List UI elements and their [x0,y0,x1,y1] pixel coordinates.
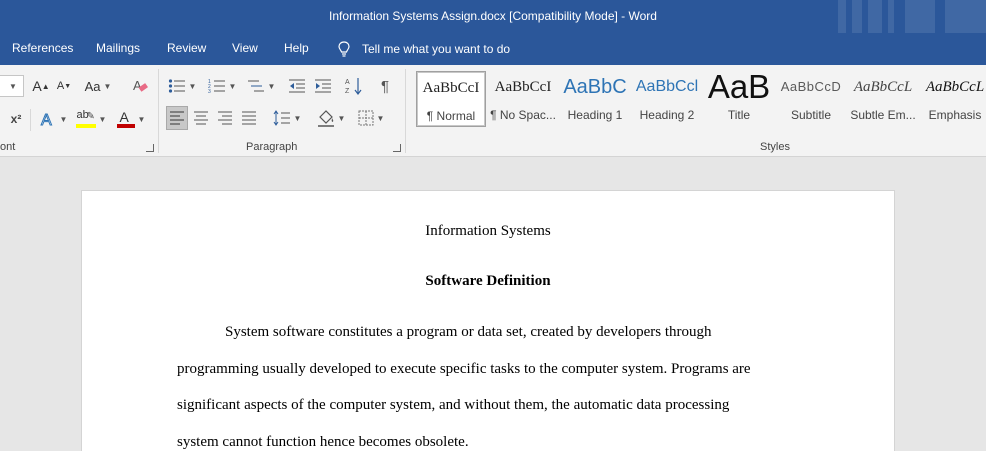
font-color-icon: A [116,109,135,129]
sort-icon: A Z [345,78,362,95]
shrink-font-button[interactable]: A ▼ [56,76,72,96]
font-color-button[interactable]: A ▼ [114,108,148,130]
show-formatting-button[interactable]: ¶ [375,76,395,96]
svg-text:3: 3 [208,89,211,94]
tab-help[interactable]: Help [284,41,309,55]
paint-bucket-icon [317,110,334,127]
style-heading-1[interactable]: AaBbC Heading 1 [560,71,630,127]
increase-indent-button[interactable] [313,76,333,96]
paragraph-line: System software constitutes a program or… [225,324,712,340]
style-normal[interactable]: AaBbCcI ¶ Normal [416,71,486,127]
tab-review[interactable]: Review [167,41,206,55]
align-left-icon [170,111,184,125]
separator [30,109,31,131]
tab-mailings[interactable]: Mailings [96,41,140,55]
title-bar: Information Systems Assign.docx [Compati… [0,0,986,33]
lightbulb-icon [338,41,350,57]
highlight-button[interactable]: ab ✎ ▼ [74,108,108,130]
style-heading-2[interactable]: AaBbCcl Heading 2 [632,71,702,127]
document-page[interactable]: Information Systems Software Definition … [81,190,895,451]
font-dialog-launcher-icon[interactable] [146,144,154,152]
superscript-icon: x² [10,112,22,126]
multilevel-list-icon [247,80,264,92]
paragraph-line: significant aspects of the computer syst… [177,397,730,413]
highlighter-icon: ab ✎ [75,109,96,129]
style-title[interactable]: AaB Title [704,71,774,127]
style-subtitle[interactable]: AaBbCcD Subtitle [776,71,846,127]
sort-button[interactable]: A Z [344,76,364,96]
clear-formatting-button[interactable]: A [130,76,150,96]
shrink-font-icon: A [56,80,65,92]
justify-button[interactable] [239,107,259,129]
align-center-icon [194,111,208,125]
numbering-icon: 1 2 3 [208,79,225,94]
shading-button[interactable]: ▼ [314,107,348,129]
text-effects-icon: A [40,112,52,129]
document-heading: Software Definition [425,273,551,289]
style-no-spacing[interactable]: AaBbCcI ¶ No Spac... [488,71,558,127]
change-case-icon: Aa [84,78,101,94]
paragraph-dialog-launcher-icon[interactable] [393,144,401,152]
ribbon-tabs: References Mailings Review View Help Tel… [0,33,986,65]
font-group-label: ont [0,141,16,153]
tell-me-search[interactable]: Tell me what you want to do [338,41,510,57]
bullets-icon [168,79,185,93]
increase-indent-icon [315,79,331,93]
style-emphasis[interactable]: AaBbCcL Emphasis [920,71,986,127]
separator [158,69,159,153]
styles-group-label: Styles [760,141,790,153]
document-title: Information Systems [425,223,551,239]
align-center-button[interactable] [191,107,211,129]
font-size-dropdown[interactable]: ▼ [0,75,24,97]
superscript-button[interactable]: x² [6,108,26,130]
svg-text:A: A [133,78,142,93]
svg-text:A: A [41,112,52,128]
change-case-button[interactable]: Aa ▼ [84,76,112,96]
paragraph-group-label: Paragraph [246,141,298,153]
paragraph-line: programming usually developed to execute… [177,361,751,377]
borders-icon [358,110,374,126]
decrease-indent-icon [289,79,305,93]
chevron-down-icon: ▼ [9,81,17,91]
line-spacing-icon [273,110,290,126]
justify-icon [242,111,256,125]
align-right-button[interactable] [215,107,235,129]
tab-view[interactable]: View [232,41,258,55]
decrease-indent-button[interactable] [287,76,307,96]
line-spacing-button[interactable]: ▼ [270,107,304,129]
numbering-button[interactable]: 1 2 3 ▼ [205,76,239,96]
bullets-button[interactable]: ▼ [166,76,198,96]
align-right-icon [218,111,232,125]
pilcrow-icon: ¶ [380,77,390,95]
svg-text:A: A [345,79,350,86]
svg-text:Z: Z [345,88,350,95]
clear-formatting-icon: A [133,78,148,93]
tab-references[interactable]: References [12,41,73,55]
text-effects-button[interactable]: A ▼ [38,108,68,130]
multilevel-list-button[interactable]: ▼ [245,76,277,96]
paragraph-line: system cannot function hence becomes obs… [177,434,469,450]
window-title: Information Systems Assign.docx [Compati… [329,9,657,23]
align-left-button[interactable] [166,106,188,130]
style-subtle-emphasis[interactable]: AaBbCcL Subtle Em... [848,71,918,127]
tell-me-label: Tell me what you want to do [362,42,511,56]
ribbon: ▼ A ▲ A ▼ Aa ▼ A x² A ▼ ab ✎ ▼ A ▼ ont ▼… [0,65,986,157]
grow-font-icon: A [32,78,42,94]
borders-button[interactable]: ▼ [354,107,388,129]
separator [405,69,406,153]
grow-font-button[interactable]: A ▲ [32,76,50,96]
